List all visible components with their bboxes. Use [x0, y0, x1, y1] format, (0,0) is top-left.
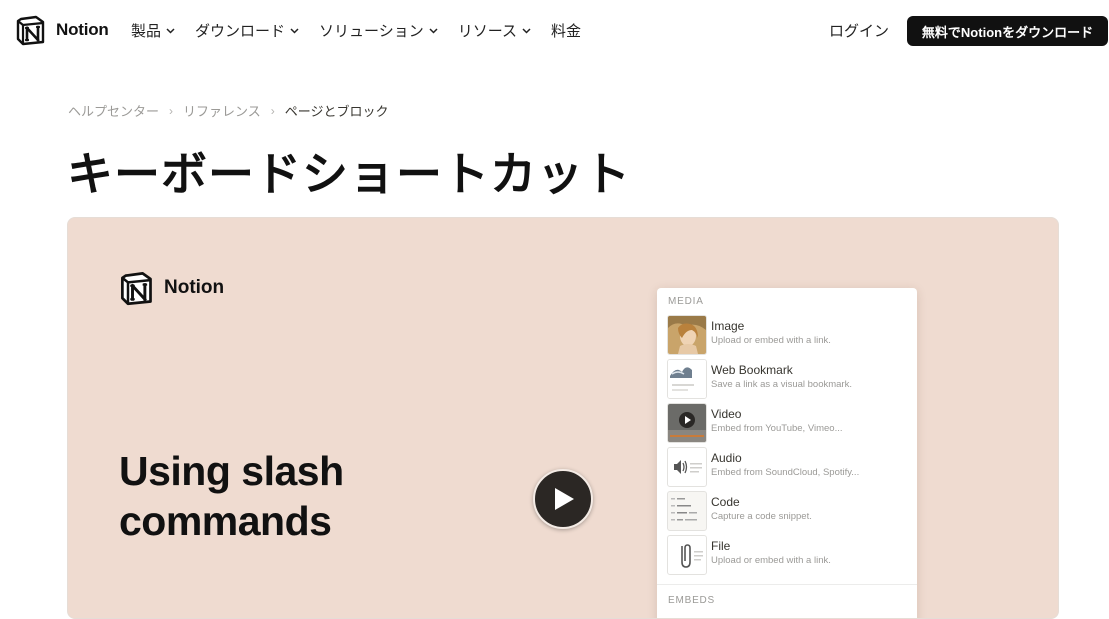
video-brand-name: Notion — [164, 277, 225, 298]
video-player[interactable]: Notion Using slash commands MEDIA Image … — [67, 217, 1059, 619]
menu-item-label: ソリューション — [319, 23, 424, 40]
menu-item-label: リソース — [457, 23, 517, 40]
chevron-down-icon — [522, 27, 531, 34]
video-headline-line: commands — [119, 498, 332, 544]
code-thumbnail — [667, 491, 707, 531]
menu-item-title: Audio — [711, 451, 742, 465]
menu-item-video: Video Embed from YouTube, Vimeo... — [667, 403, 912, 443]
video-headline: Using slash commands — [119, 446, 344, 546]
menu-item-title: Video — [711, 407, 742, 421]
menu-item-description: Capture a code snippet. — [711, 511, 812, 522]
menu-item-solutions[interactable]: ソリューション — [319, 20, 438, 41]
chevron-down-icon — [290, 27, 299, 34]
menu-divider — [657, 584, 917, 585]
notion-logo-icon — [16, 15, 45, 46]
breadcrumb-help-center[interactable]: ヘルプセンター — [68, 101, 159, 120]
top-nav: Notion 製品 ダウンロード ソリューション リソース 料金 ログイン 無料… — [0, 0, 1109, 62]
menu-item-file: File Upload or embed with a link. — [667, 535, 912, 575]
menu-item-label: 料金 — [551, 23, 582, 40]
menu-item-title: Image — [711, 319, 745, 333]
menu-item-resources[interactable]: リソース — [458, 20, 531, 41]
play-icon — [555, 488, 574, 510]
slash-command-menu: MEDIA Image Upload or embed with a link. — [657, 288, 917, 618]
menu-item-description: Embed from YouTube, Vimeo... — [711, 423, 843, 434]
main-menu: 製品 ダウンロード ソリューション リソース 料金 — [131, 20, 601, 41]
menu-item-code: Code Capture a code snippet. — [667, 491, 912, 531]
menu-item-description: Save a link as a visual bookmark. — [711, 379, 852, 390]
breadcrumb-separator-icon: › — [270, 103, 275, 118]
breadcrumb: ヘルプセンター › リファレンス › ページとブロック — [68, 101, 389, 120]
menu-item-description: Embed from SoundCloud, Spotify... — [711, 467, 860, 478]
menu-item-audio: Audio Embed from SoundCloud, Spotify... — [667, 447, 912, 487]
menu-item-label: ダウンロード — [195, 23, 286, 40]
file-icon — [667, 535, 707, 575]
menu-item-pricing[interactable]: 料金 — [551, 20, 581, 41]
image-thumbnail — [667, 315, 707, 355]
breadcrumb-reference[interactable]: リファレンス — [183, 101, 261, 120]
menu-item-description: Upload or embed with a link. — [711, 335, 831, 346]
menu-section-label: EMBEDS — [668, 595, 716, 606]
chevron-down-icon — [429, 27, 438, 34]
video-thumbnail — [667, 403, 707, 443]
notion-logo-icon — [121, 272, 152, 306]
notion-logo-link[interactable]: Notion — [15, 14, 109, 46]
menu-item-download[interactable]: ダウンロード — [195, 20, 299, 41]
play-button[interactable] — [533, 469, 593, 529]
menu-item-title: Code — [711, 495, 740, 509]
breadcrumb-separator-icon: › — [169, 103, 174, 118]
menu-item-title: Web Bookmark — [711, 363, 793, 377]
menu-item-label: 製品 — [131, 23, 162, 40]
breadcrumb-pages-and-blocks[interactable]: ページとブロック — [285, 101, 389, 120]
video-headline-line: Using slash — [119, 448, 344, 494]
chevron-down-icon — [166, 27, 175, 34]
menu-item-web-bookmark: Web Bookmark Save a link as a visual boo… — [667, 359, 912, 399]
menu-item-title: File — [711, 539, 731, 553]
menu-item-image: Image Upload or embed with a link. — [667, 315, 912, 355]
audio-icon — [667, 447, 707, 487]
menu-item-description: Upload or embed with a link. — [711, 555, 831, 566]
bookmark-thumbnail — [667, 359, 707, 399]
brand-name: Notion — [56, 20, 109, 39]
page-title: キーボードショートカット — [67, 148, 631, 200]
menu-section-label: MEDIA — [668, 296, 704, 307]
download-cta-button[interactable]: 無料でNotionをダウンロード — [907, 16, 1108, 46]
login-link[interactable]: ログイン — [829, 20, 889, 41]
video-brand: Notion — [119, 270, 224, 306]
menu-item-products[interactable]: 製品 — [131, 20, 175, 41]
